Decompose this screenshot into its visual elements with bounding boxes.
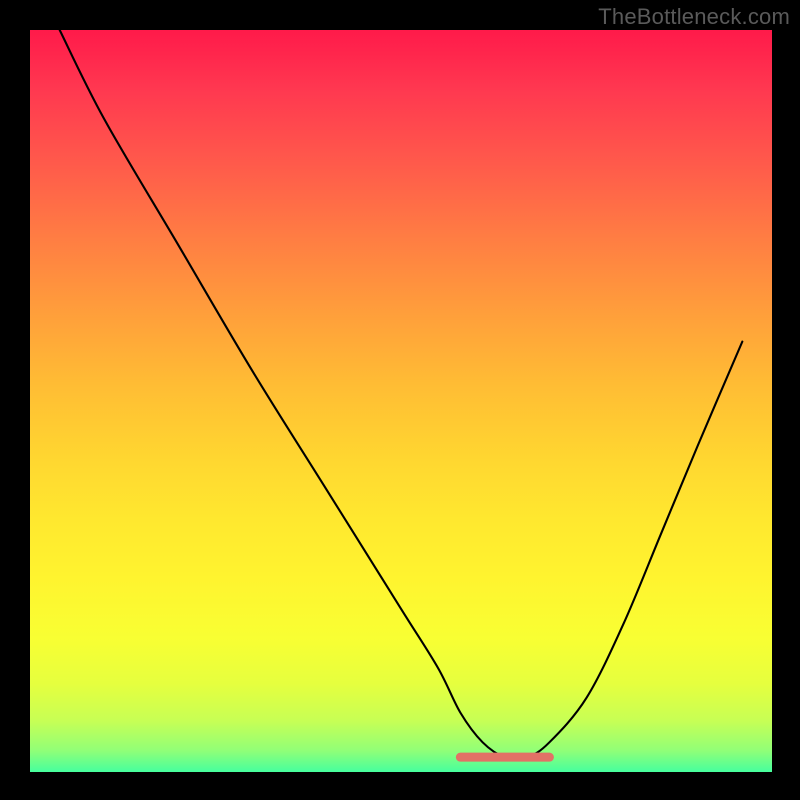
- attribution-text: TheBottleneck.com: [598, 4, 790, 30]
- chart-svg: [30, 30, 772, 772]
- chart-container: TheBottleneck.com: [0, 0, 800, 800]
- plot-area: [30, 30, 772, 772]
- bottleneck-curve: [60, 30, 743, 759]
